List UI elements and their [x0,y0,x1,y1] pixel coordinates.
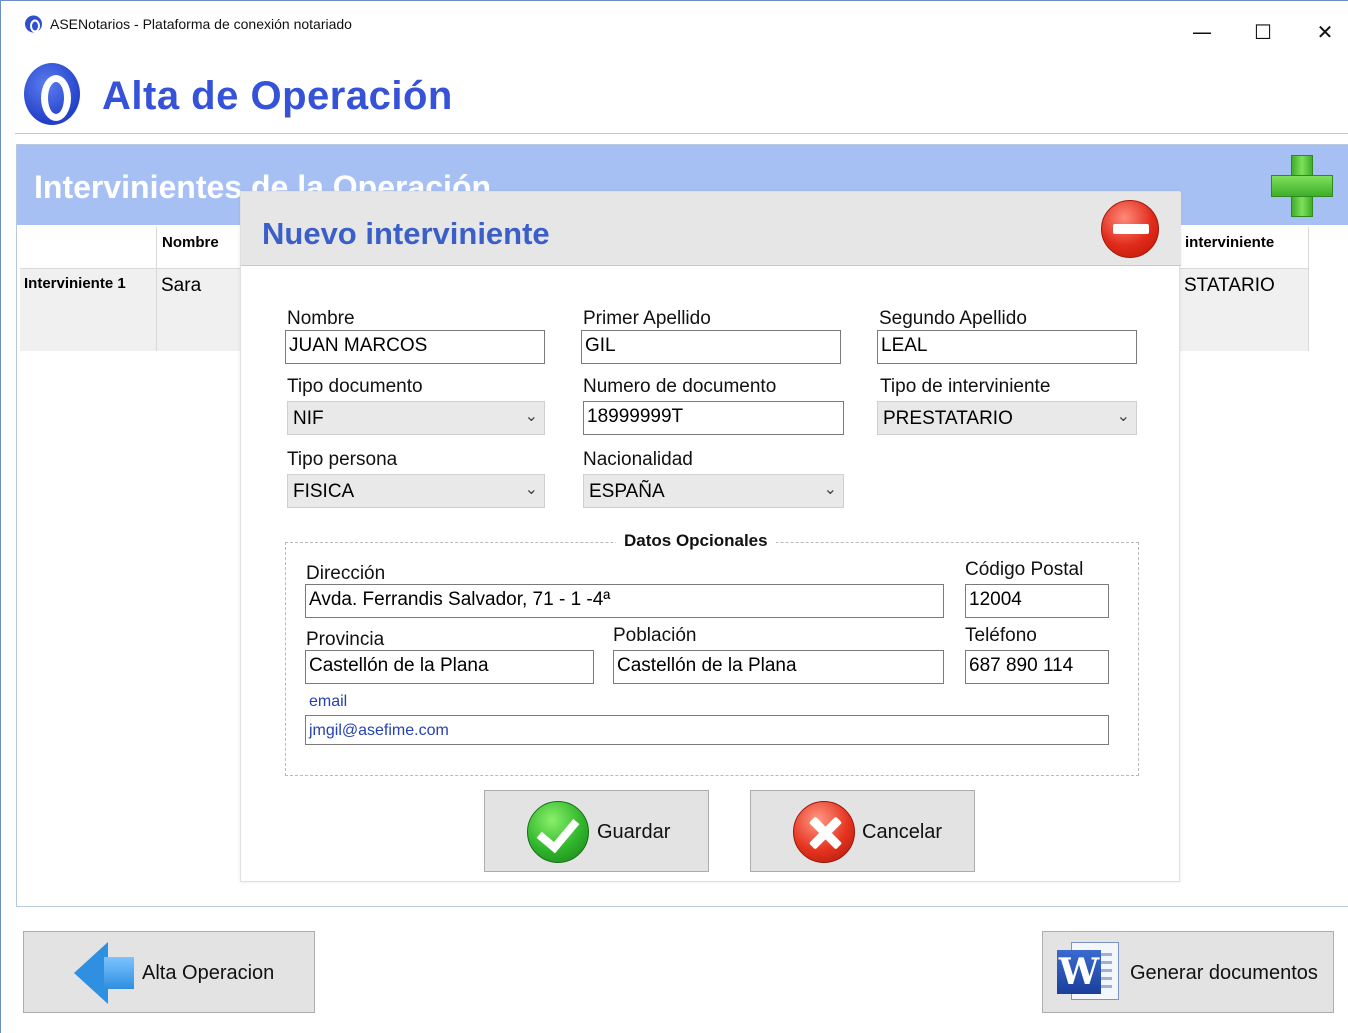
provincia-label: Provincia [306,629,385,650]
codigo-postal-label: Código Postal [965,559,1084,580]
maximize-button[interactable]: ☐ [1240,17,1286,47]
nuevo-interviniente-dialog: Nuevo interviniente Nombre JUAN MARCOS P… [240,191,1181,882]
tipo-interviniente-label: Tipo de interviniente [880,376,1051,397]
arrow-head [74,942,108,1004]
chevron-down-icon: ⌄ [823,479,837,498]
tipo-interviniente-value: PRESTATARIO [883,408,1013,429]
checkmark-icon [527,801,589,863]
x-circle-icon [793,801,855,863]
guardar-button[interactable]: Guardar [484,790,709,872]
arrow-left-icon [74,942,134,1004]
segundo-apellido-label: Segundo Apellido [879,308,1027,329]
primer-apellido-label: Primer Apellido [583,308,711,329]
tipo-interviniente-select[interactable]: PRESTATARIO ⌄ [877,401,1137,435]
table-cell-tipo[interactable]: STATARIO [1180,269,1309,351]
tipo-persona-select[interactable]: FISICA ⌄ [287,474,545,508]
telefono-label: Teléfono [965,625,1037,646]
alta-operacion-button[interactable]: Alta Operacion [23,931,315,1013]
poblacion-label: Población [613,625,697,646]
nacionalidad-label: Nacionalidad [583,449,693,470]
column-header-nombre[interactable]: Nombre [157,227,247,269]
cancelar-button[interactable]: Cancelar [750,790,975,872]
datos-opcionales-group: Datos Opcionales Dirección Avda. Ferrand… [285,531,1139,776]
numero-documento-label: Numero de documento [583,376,777,397]
direccion-input[interactable]: Avda. Ferrandis Salvador, 71 - 1 -4ª [305,584,944,618]
telefono-input[interactable]: 687 890 114 [965,650,1109,684]
nombre-input[interactable]: JUAN MARCOS [285,330,545,364]
numero-documento-input[interactable]: 18999999T [583,401,844,435]
cancelar-label: Cancelar [862,821,943,843]
chevron-down-icon: ⌄ [524,406,538,425]
tipo-persona-value: FISICA [293,481,355,502]
app-window: ASENotarios - Plataforma de conexión not… [0,0,1348,1033]
tipo-persona-label: Tipo persona [287,449,398,470]
window-title: ASENotarios - Plataforma de conexión not… [50,16,352,32]
header-divider [15,133,1348,134]
chevron-down-icon: ⌄ [524,479,538,498]
tipo-documento-select[interactable]: NIF ⌄ [287,401,545,435]
table-corner-header [20,227,157,269]
arrow-shaft [104,957,134,989]
minus-circle-icon[interactable] [1101,200,1159,258]
dialog-title: Nuevo interviniente [262,216,550,251]
title-bar: ASENotarios - Plataforma de conexión not… [1,1,1348,44]
primer-apellido-input[interactable]: GIL [581,330,841,364]
brand-logo-icon [24,63,80,125]
add-interviniente-button[interactable] [1271,155,1333,217]
word-w-glyph: W [1057,950,1101,994]
provincia-input[interactable]: Castellón de la Plana [305,650,594,684]
app-logo-icon [25,15,42,33]
guardar-label: Guardar [597,821,671,843]
codigo-postal-input[interactable]: 12004 [965,584,1109,618]
nacionalidad-value: ESPAÑA [589,481,665,502]
direccion-label: Dirección [306,563,386,584]
close-window-button[interactable]: ✕ [1302,17,1348,47]
generar-documentos-label: Generar documentos [1130,962,1318,984]
alta-operacion-label: Alta Operacion [142,962,275,984]
segundo-apellido-input[interactable]: LEAL [877,330,1137,364]
poblacion-input[interactable]: Castellón de la Plana [613,650,944,684]
nombre-label: Nombre [287,308,355,329]
nacionalidad-select[interactable]: ESPAÑA ⌄ [583,474,844,508]
tipo-documento-value: NIF [293,408,324,429]
page-title: Alta de Operación [102,74,453,118]
generar-documentos-button[interactable]: W Generar documentos [1042,931,1334,1013]
datos-opcionales-legend: Datos Opcionales [616,531,776,551]
minimize-button[interactable]: — [1179,17,1225,47]
plus-icon-bar [1271,175,1333,197]
email-label: email [309,693,348,710]
chevron-down-icon: ⌄ [1116,406,1130,425]
email-input[interactable]: jmgil@asefime.com [305,715,1109,745]
word-document-icon: W [1057,940,1121,1004]
tipo-documento-label: Tipo documento [287,376,423,397]
table-cell-nombre[interactable]: Sara [157,269,247,351]
row-header[interactable]: Interviniente 1 [20,269,157,351]
column-header-interviniente[interactable]: interviniente [1180,227,1309,269]
dialog-header: Nuevo interviniente [241,192,1181,266]
